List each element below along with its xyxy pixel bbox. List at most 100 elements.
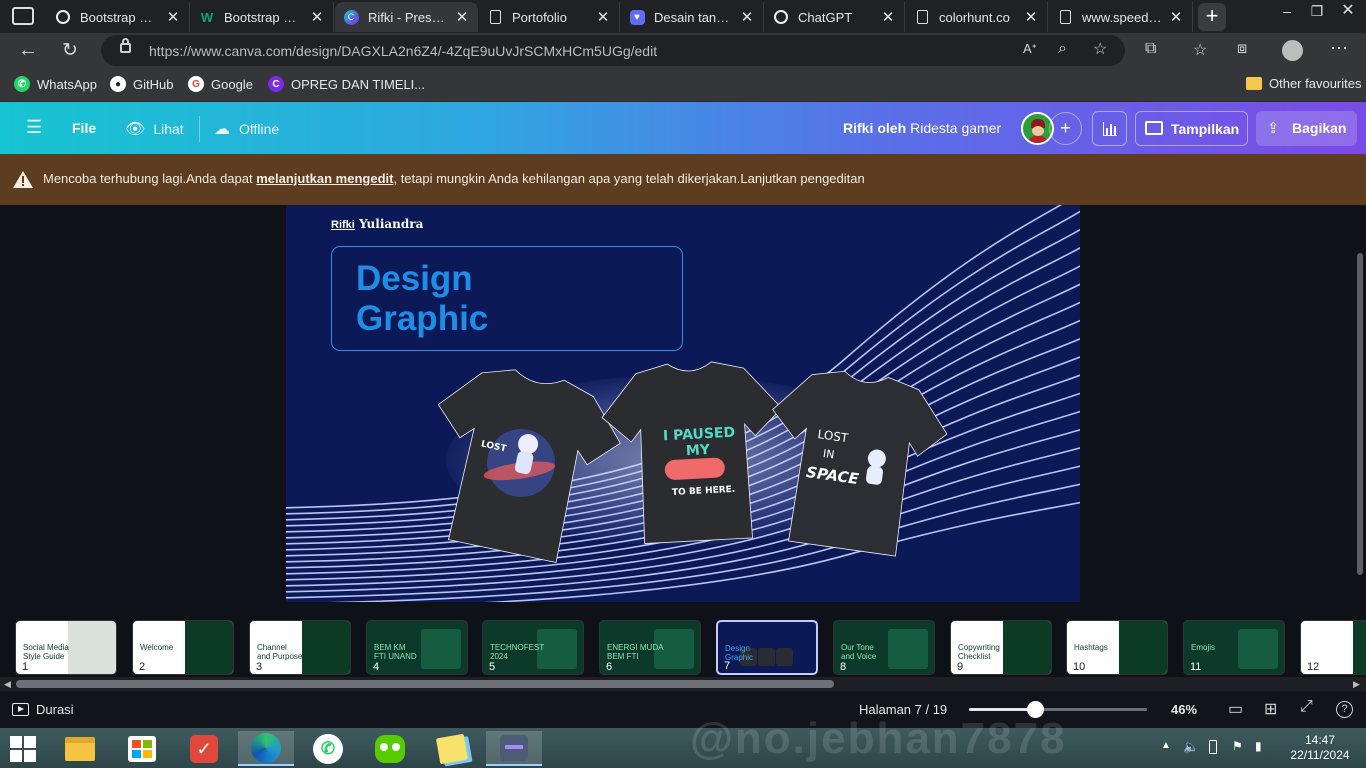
thumbnail-scrollbar[interactable]: ◀ ▶ <box>0 677 1366 691</box>
insights-button[interactable] <box>1092 111 1127 146</box>
browser-tab[interactable]: Bootstrap Mod ✕ <box>47 2 190 32</box>
sticky-notes-icon[interactable] <box>424 731 480 766</box>
vertical-scrollbar[interactable] <box>1357 253 1363 575</box>
tab-title: colorhunt.co <box>939 9 1010 25</box>
scroll-left-arrow[interactable]: ◀ <box>4 679 11 690</box>
current-slide[interactable]: Rifki Yuliandra Design Graphic LOST I PA… <box>286 205 1080 602</box>
document-title[interactable]: Rifki oleh Ridesta gamer <box>843 120 1001 136</box>
file-menu-button[interactable]: File <box>72 120 96 136</box>
new-tab-button[interactable]: + <box>1198 3 1226 31</box>
close-tab-icon[interactable]: ✕ <box>1023 8 1039 26</box>
w3schools-icon: W <box>200 9 214 25</box>
menu-icon[interactable]: ☰ <box>26 117 42 138</box>
browser-tab[interactable]: W Bootstrap 5 Tu ✕ <box>191 2 334 32</box>
page-thumbnail[interactable]: 12 <box>1300 620 1366 675</box>
fullscreen-icon[interactable]: ⤢ <box>1300 698 1313 716</box>
thumbnail-number: 12 <box>1307 661 1320 673</box>
page-thumbnail[interactable]: ENERGI MUDA BEM FTI 6 <box>599 620 701 675</box>
file-explorer-icon[interactable] <box>52 731 108 766</box>
duolingo-icon[interactable] <box>362 731 418 766</box>
canva-app-icon[interactable] <box>486 731 542 766</box>
microsoft-store-icon[interactable] <box>114 731 170 766</box>
edge-icon[interactable] <box>238 731 294 766</box>
show-hidden-icons[interactable]: ▲ <box>1161 740 1171 751</box>
bookmark-opreg-dan-timeli-[interactable]: C OPREG DAN TIMELI... <box>268 76 425 92</box>
close-tab-icon[interactable]: ✕ <box>595 8 611 26</box>
tab-actions-button[interactable] <box>12 7 34 25</box>
cloud-offline-icon: ☁ <box>214 121 230 138</box>
close-tab-icon[interactable]: ✕ <box>165 8 181 26</box>
bookmark-github[interactable]: ● GitHub <box>110 76 173 92</box>
page-thumbnail[interactable]: BEM KM FTI UNAND 4 <box>366 620 468 675</box>
tasks-icon[interactable]: ✓ <box>176 731 232 766</box>
page-thumbnail[interactable]: Design Graphic 7 <box>716 620 818 675</box>
back-icon[interactable]: ← <box>18 39 38 62</box>
page-thumbnail[interactable]: Channel and Purpose 3 <box>249 620 351 675</box>
other-favourites[interactable]: Other favourites <box>1246 76 1362 91</box>
restore-button[interactable]: ❐ <box>1303 0 1331 22</box>
duration-button[interactable]: Durasi <box>12 702 74 717</box>
page-thumbnail[interactable]: Welcome 2 <box>132 620 234 675</box>
connection-warning-banner: Mencoba terhubung lagi.Anda dapat melanj… <box>0 154 1366 205</box>
view-button[interactable]: 👁 Lihat <box>125 119 184 139</box>
browser-tab[interactable]: ChatGPT ✕ <box>765 2 905 32</box>
add-collaborator-button[interactable]: + <box>1049 112 1082 145</box>
header-divider <box>199 116 200 142</box>
volume-icon[interactable]: 🔈 <box>1183 739 1199 755</box>
zoom-icon[interactable]: ⌕ <box>1058 40 1067 58</box>
browser-tab[interactable]: Portofolio ✕ <box>479 2 620 32</box>
network-icon[interactable]: ▮ <box>1255 739 1262 753</box>
scroll-right-arrow[interactable]: ▶ <box>1353 679 1360 690</box>
browser-tab[interactable]: colorhunt.co ✕ <box>906 2 1048 32</box>
zoom-percentage[interactable]: 46% <box>1171 702 1197 717</box>
thumbnail-panel <box>1003 621 1051 674</box>
present-button[interactable]: Tampilkan <box>1135 111 1248 146</box>
more-menu-icon[interactable]: ⋯ <box>1330 38 1348 59</box>
thumbnail-number: 6 <box>606 661 613 673</box>
scroll-thumb[interactable] <box>16 680 834 688</box>
minimize-button[interactable]: – <box>1273 0 1301 22</box>
url-input[interactable]: https://www.canva.com/design/DAGXLA2n6Z4… <box>101 35 1125 66</box>
clock[interactable]: 14:47 22/11/2024 <box>1288 733 1352 763</box>
page-thumbnail[interactable]: TECHNOFEST 2024 5 <box>482 620 584 675</box>
close-tab-icon[interactable]: ✕ <box>739 8 755 26</box>
bookmark-whatsapp[interactable]: ✆ WhatsApp <box>14 76 97 92</box>
canva-icon: C <box>343 9 359 25</box>
whatsapp-icon[interactable]: ✆ <box>300 731 356 766</box>
zoom-slider-track[interactable] <box>969 701 1147 718</box>
offline-status[interactable]: ☁ Offline <box>214 119 279 139</box>
windows-start-icon[interactable] <box>0 731 46 766</box>
close-tab-icon[interactable]: ✕ <box>454 8 470 26</box>
page-thumbnail[interactable]: Social Media Style Guide 1 <box>15 620 117 675</box>
grid-view-icon[interactable]: ⊞ <box>1264 699 1277 719</box>
address-bar-row: ← ↻ https://www.canva.com/design/DAGXLA2… <box>0 33 1366 69</box>
page-thumbnail[interactable]: Our Tone and Voice 8 <box>833 620 935 675</box>
notes-view-icon[interactable]: ▭ <box>1228 699 1243 719</box>
help-icon[interactable]: ? <box>1336 701 1353 718</box>
favorites-icon[interactable]: ☆ <box>1193 40 1207 60</box>
view-label: Lihat <box>153 121 184 137</box>
refresh-icon[interactable]: ↻ <box>62 39 78 62</box>
close-tab-icon[interactable]: ✕ <box>309 8 325 26</box>
page-thumbnail[interactable]: Copywriting Checklist 9 <box>950 620 1052 675</box>
page-thumbnail[interactable]: Emojis 11 <box>1183 620 1285 675</box>
page-thumbnail[interactable]: Hashtags 10 <box>1066 620 1168 675</box>
bookmark-google[interactable]: G Google <box>188 76 253 92</box>
collections-icon[interactable]: ⧈ <box>1237 40 1247 58</box>
close-tab-icon[interactable]: ✕ <box>1168 8 1184 26</box>
close-tab-icon[interactable]: ✕ <box>880 8 896 26</box>
extensions-icon[interactable]: ⧉ <box>1145 40 1156 58</box>
browser-tab[interactable]: C Rifki - Presenta ✕ <box>335 2 478 32</box>
favorite-star-icon[interactable]: ☆ <box>1093 39 1107 59</box>
read-aloud-icon[interactable]: Aᐩ <box>1023 41 1037 57</box>
close-window-button[interactable]: ✕ <box>1334 0 1362 22</box>
battery-icon[interactable] <box>1209 740 1217 754</box>
present-icon <box>1145 121 1163 135</box>
profile-avatar[interactable] <box>1282 40 1303 61</box>
browser-tab[interactable]: www.speedtes ✕ <box>1049 2 1193 32</box>
browser-tab[interactable]: ♥ Desain tanpa ju ✕ <box>621 2 764 32</box>
tab-title: Bootstrap Mod <box>80 9 159 25</box>
continue-editing-link[interactable]: melanjutkan mengedit <box>256 171 393 186</box>
flag-icon[interactable]: ⚑ <box>1232 739 1243 753</box>
share-button[interactable]: ⇪ Bagikan <box>1256 111 1357 146</box>
